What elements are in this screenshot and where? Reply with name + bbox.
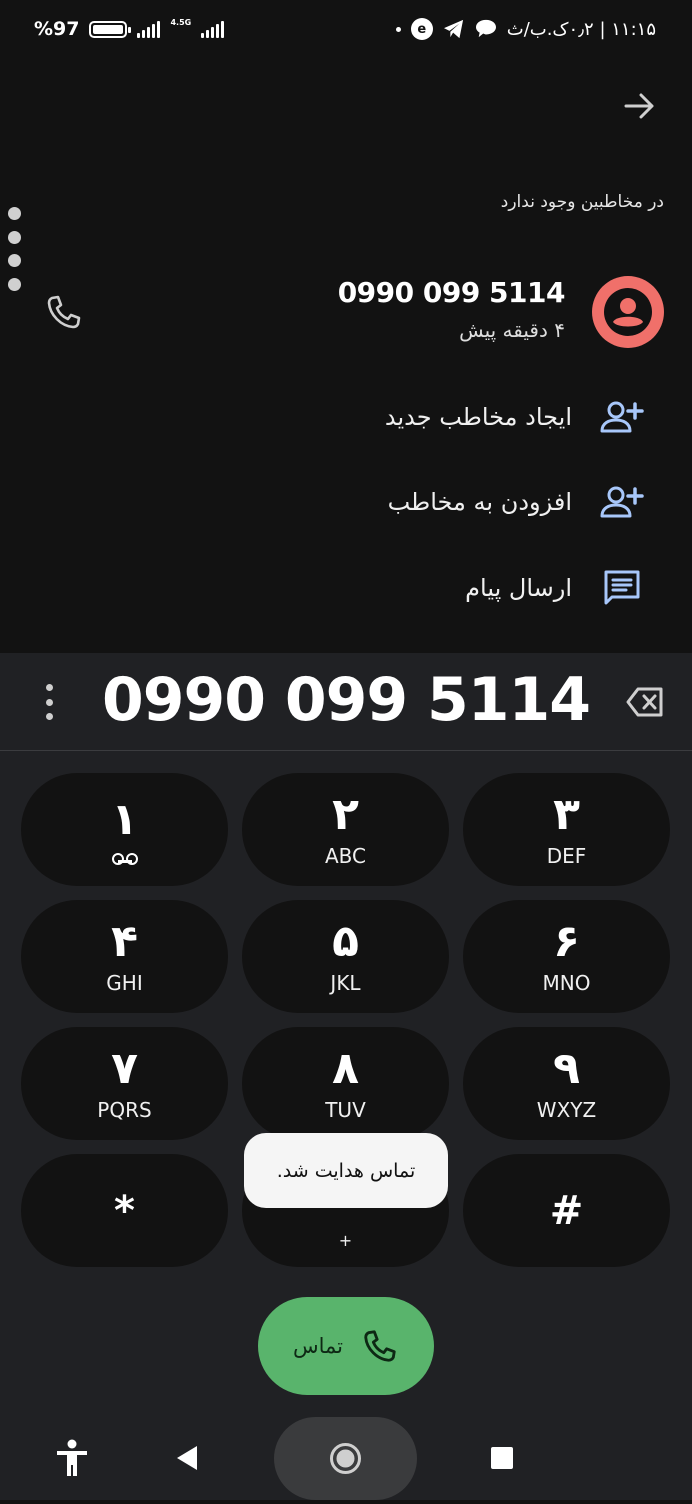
key-symbol: # bbox=[549, 1187, 584, 1234]
key-letters: MNO bbox=[542, 970, 591, 995]
person-add-icon bbox=[600, 395, 644, 439]
forward-arrow-icon[interactable] bbox=[622, 88, 658, 124]
network-type: 4.5G bbox=[170, 18, 192, 27]
key-letters: JKL bbox=[330, 970, 361, 995]
key-digit: ۵ bbox=[332, 915, 359, 967]
key-digit: ۶ bbox=[553, 915, 580, 967]
battery-percent: %97 bbox=[34, 18, 80, 40]
toast-message: تماس هدایت شد. bbox=[244, 1133, 448, 1208]
action-label: ارسال پیام bbox=[465, 574, 572, 602]
key-9[interactable]: ۹ WXYZ bbox=[463, 1027, 670, 1140]
home-icon bbox=[330, 1443, 361, 1474]
key-digit: ۷ bbox=[111, 1042, 138, 1094]
key-letters: TUV bbox=[325, 1097, 366, 1122]
recents-icon[interactable] bbox=[491, 1447, 513, 1469]
key-digit: ۸ bbox=[332, 1042, 359, 1094]
avatar bbox=[592, 276, 664, 348]
person-icon bbox=[604, 288, 652, 336]
create-new-contact-button[interactable]: ایجاد مخاطب جدید bbox=[385, 389, 644, 445]
key-7[interactable]: ۷ PQRS bbox=[21, 1027, 228, 1140]
status-left: %97 4.5G bbox=[34, 18, 225, 40]
dialed-number-field[interactable]: 0990 099 5114 bbox=[0, 665, 692, 735]
status-right: e ۱۱:۱۵ | ۰٫۲ک.ب/ث bbox=[395, 18, 656, 40]
signal-icon-2 bbox=[201, 20, 225, 38]
battery-icon bbox=[89, 20, 132, 38]
key-5[interactable]: ۵ JKL bbox=[242, 900, 449, 1013]
key-digit: ۲ bbox=[332, 788, 359, 840]
key-1[interactable]: ۱ bbox=[21, 773, 228, 886]
back-icon[interactable] bbox=[175, 1445, 199, 1471]
phone-icon bbox=[364, 1330, 396, 1362]
person-add-icon bbox=[600, 480, 644, 524]
key-3[interactable]: ۳ DEF bbox=[463, 773, 670, 886]
key-digit: ۹ bbox=[553, 1042, 580, 1094]
key-letters: + bbox=[338, 1231, 353, 1250]
key-symbol: * bbox=[114, 1187, 135, 1234]
key-digit: ۳ bbox=[553, 788, 580, 840]
key-letters: GHI bbox=[106, 970, 143, 995]
key-hash[interactable]: # bbox=[463, 1154, 670, 1267]
caller-number[interactable]: 0990 099 5114 bbox=[338, 276, 566, 309]
call-icon[interactable] bbox=[44, 292, 84, 332]
home-button[interactable] bbox=[274, 1417, 417, 1500]
key-4[interactable]: ۴ GHI bbox=[21, 900, 228, 1013]
app-notification-icon: e bbox=[410, 18, 433, 40]
key-star[interactable]: * bbox=[21, 1154, 228, 1267]
voicemail-icon bbox=[111, 852, 138, 865]
call-button-label: تماس bbox=[292, 1334, 344, 1358]
action-label: افزودن به مخاطب bbox=[387, 488, 572, 516]
signal-icon bbox=[137, 20, 161, 38]
key-8[interactable]: ۸ TUV bbox=[242, 1027, 449, 1140]
accessibility-icon[interactable] bbox=[54, 1438, 90, 1478]
notification-dot-icon bbox=[395, 26, 401, 32]
key-letters: DEF bbox=[546, 843, 587, 868]
key-letters: PQRS bbox=[97, 1097, 152, 1122]
backspace-icon[interactable] bbox=[626, 685, 664, 719]
key-digit: ۱ bbox=[111, 793, 138, 845]
add-to-contact-button[interactable]: افزودن به مخاطب bbox=[388, 474, 644, 530]
key-2[interactable]: ۲ ABC bbox=[242, 773, 449, 886]
chat-bubble-icon bbox=[475, 19, 496, 38]
message-icon bbox=[600, 566, 644, 610]
key-letters: WXYZ bbox=[536, 1097, 597, 1122]
telegram-icon bbox=[443, 19, 463, 39]
status-bar: %97 4.5G e ۱۱:۱۵ | ۰٫۲ک.ب/ث bbox=[0, 0, 692, 60]
send-message-button[interactable]: ارسال پیام bbox=[465, 560, 644, 616]
key-6[interactable]: ۶ MNO bbox=[463, 900, 670, 1013]
key-digit: ۴ bbox=[111, 915, 138, 967]
key-letters: ABC bbox=[324, 843, 366, 868]
call-time-ago: ۴ دقیقه پیش bbox=[459, 318, 565, 342]
not-in-contacts-label: در مخاطبین وجود ندارد bbox=[500, 192, 664, 212]
call-button[interactable]: تماس bbox=[258, 1297, 434, 1395]
status-time: ۱۱:۱۵ | ۰٫۲ک.ب/ث bbox=[506, 18, 656, 40]
action-label: ایجاد مخاطب جدید bbox=[384, 403, 572, 431]
more-options-icon[interactable] bbox=[8, 207, 22, 291]
